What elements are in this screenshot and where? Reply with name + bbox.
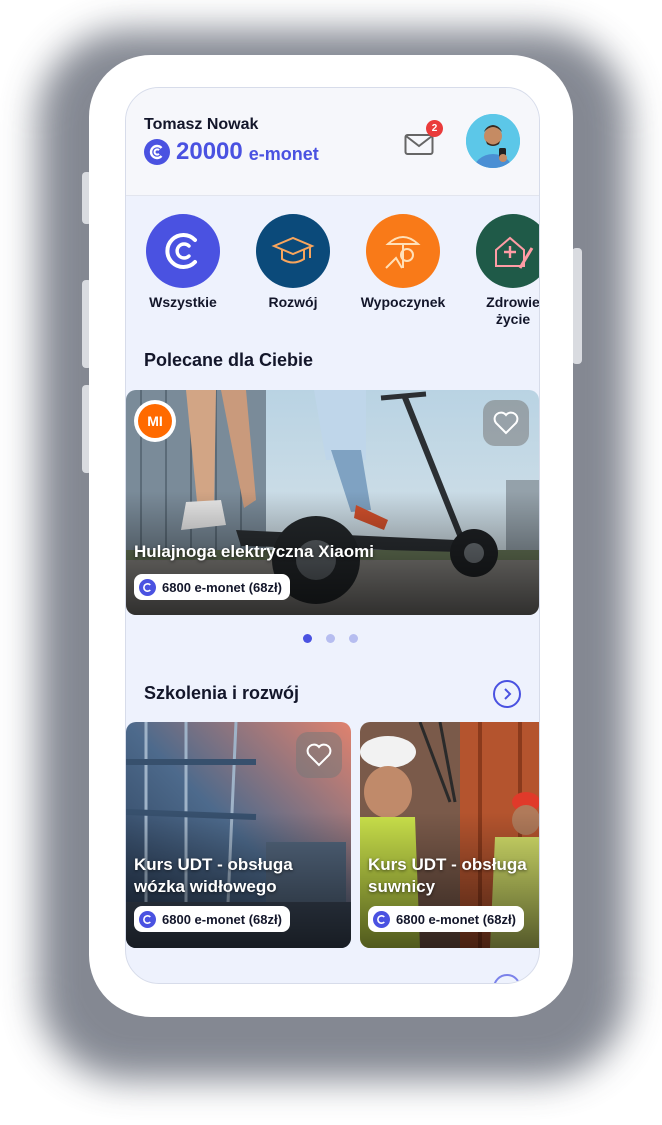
coin-icon — [144, 139, 170, 165]
user-name: Tomasz Nowak — [144, 116, 259, 133]
category-leisure[interactable]: Wypoczynek — [358, 214, 448, 311]
section-title-training: Szkolenia i rozwój — [144, 683, 300, 703]
category-development[interactable]: Rozwój — [248, 214, 338, 311]
phone-side-button — [572, 248, 582, 364]
category-label: Wszystkie — [149, 294, 217, 310]
pagination-dot[interactable] — [326, 634, 335, 643]
category-all[interactable]: Wszystkie — [138, 214, 228, 311]
heart-icon[interactable] — [296, 732, 342, 778]
card-title: Kurs UDT - obsługa wózka widłowego — [134, 855, 293, 896]
balance: 20000 e-monet — [144, 138, 319, 166]
avatar[interactable] — [466, 114, 520, 168]
pagination-dot-active[interactable] — [303, 634, 312, 643]
card-title: Hulajnoga elektryczna Xiaomi — [134, 542, 374, 561]
beach-icon — [366, 214, 440, 288]
balance-amount: 20000 — [176, 138, 243, 165]
card-title: Kurs UDT - obsługa suwnicy — [368, 855, 527, 896]
chevron-right-icon[interactable] — [493, 680, 521, 708]
category-health[interactable]: Zdrowie życie — [468, 214, 540, 328]
category-label: Rozwój — [268, 294, 318, 310]
coin-icon — [146, 214, 220, 288]
pagination-dot[interactable] — [349, 634, 358, 643]
heart-icon[interactable] — [483, 400, 529, 446]
brand-logo: MI — [134, 400, 176, 442]
graduation-cap-icon — [256, 214, 330, 288]
featured-card[interactable]: MI Hulajnoga elektryczna Xiaomi 6800 e-m… — [126, 390, 539, 615]
price-text: 6800 e-monet (68zł) — [396, 911, 516, 927]
chevron-right-icon[interactable] — [493, 974, 521, 983]
coin-icon — [139, 910, 156, 928]
price-text: 6800 e-monet (68zł) — [162, 911, 282, 927]
price-text: 6800 e-monet (68zł) — [162, 579, 282, 595]
price-badge: 6800 e-monet (68zł) — [134, 574, 290, 600]
coin-icon — [139, 578, 156, 596]
training-card[interactable]: Kurs UDT - obsługa suwnicy 6800 e-monet … — [360, 722, 539, 948]
training-card[interactable]: Kurs UDT - obsługa wózka widłowego 6800 … — [126, 722, 351, 948]
coin-icon — [373, 910, 390, 928]
category-label: Wypoczynek — [360, 294, 446, 310]
price-badge: 6800 e-monet (68zł) — [134, 906, 290, 932]
brand-logo-text: MI — [138, 404, 172, 438]
app-screen: Tomasz Nowak 20000 e-monet 2 Wszystkie R… — [125, 87, 540, 984]
app-header: Tomasz Nowak 20000 e-monet 2 — [126, 88, 539, 196]
section-title-featured: Polecane dla Ciebie — [144, 350, 314, 370]
category-label: Zdrowie życie — [486, 294, 540, 327]
notification-badge: 2 — [426, 120, 443, 137]
price-badge: 6800 e-monet (68zł) — [368, 906, 524, 932]
health-icon — [476, 214, 539, 288]
balance-unit: e-monet — [248, 143, 319, 164]
